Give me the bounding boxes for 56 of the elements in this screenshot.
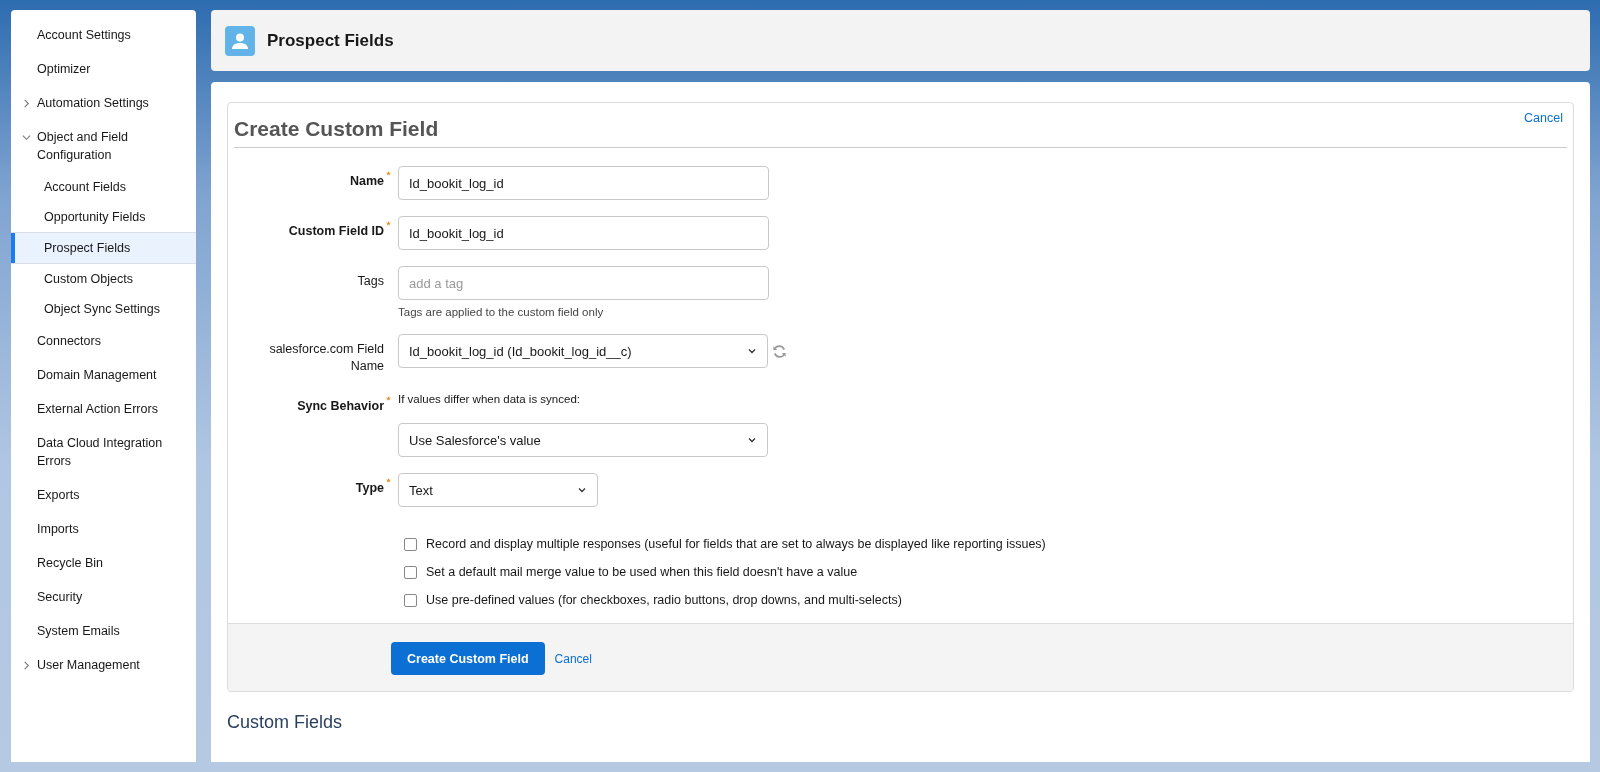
page-title: Prospect Fields <box>267 30 394 51</box>
field-label: Custom Field ID <box>288 224 384 238</box>
required-icon <box>386 396 391 401</box>
text-field[interactable]: Id_bookit_log_id <box>398 216 769 250</box>
sidebar-item[interactable]: Imports <box>11 512 196 546</box>
sidebar-item[interactable]: Object and Field Configuration <box>11 120 196 172</box>
create-button[interactable]: Create Custom Field <box>391 642 545 675</box>
sidebar-item[interactable]: Account Fields <box>11 172 196 202</box>
caret-icon <box>747 435 757 445</box>
sidebar-item[interactable]: Automation Settings <box>11 86 196 120</box>
caret-icon <box>577 485 587 495</box>
checkbox[interactable] <box>404 537 417 551</box>
sidebar-item[interactable]: System Emails <box>11 614 196 648</box>
checkbox[interactable] <box>404 593 417 607</box>
sidebar-item[interactable]: Recycle Bin <box>11 546 196 580</box>
sidebar-item[interactable]: Domain Management <box>11 358 196 392</box>
required-icon <box>386 171 391 176</box>
sidebar-item[interactable]: Connectors <box>11 324 196 358</box>
checkbox-label: Use pre-defined values (for checkboxes, radio buttons, drop downs, and multi-selects) <box>426 593 902 607</box>
sync-note: If values differ when data is synced: <box>398 392 581 405</box>
field-label: Tags <box>357 274 384 288</box>
dropdown[interactable]: Text <box>398 473 598 507</box>
checkbox-label: Set a default mail merge value to be used when this field doesn't have a value <box>426 565 858 579</box>
checkbox[interactable] <box>404 565 417 579</box>
required-icon <box>386 221 391 226</box>
sidebar-item[interactable]: Prospect Fields <box>11 232 196 264</box>
dropdown[interactable]: Use Salesforce's value <box>398 423 768 457</box>
sidebar-item[interactable]: Object Sync Settings <box>11 294 196 324</box>
sidebar-item[interactable]: Security <box>11 580 196 614</box>
sidebar-item[interactable]: Data Cloud Integration Errors <box>11 426 196 478</box>
sidebar-item[interactable]: Exports <box>11 478 196 512</box>
caret-icon <box>747 346 757 356</box>
chevron-down-icon <box>22 133 31 142</box>
sidebar-item[interactable]: Opportunity Fields <box>11 202 196 232</box>
sidebar-item[interactable]: Custom Objects <box>11 264 196 294</box>
cancel-link[interactable]: Cancel <box>554 651 592 666</box>
chevron-right-icon <box>22 661 31 670</box>
hint-text: Tags are applied to the custom field only <box>398 306 605 318</box>
tags-field[interactable]: add a tag <box>398 266 769 300</box>
field-label: Type <box>355 481 384 495</box>
chevron-right-icon <box>22 99 31 108</box>
refresh-icon[interactable] <box>772 343 787 359</box>
dropdown[interactable]: Id_bookit_log_id (Id_bookit_log_id__c) <box>398 334 768 368</box>
field-label: salesforce.com Field Name <box>269 342 384 373</box>
section-title: Custom Fields <box>227 712 344 733</box>
person-icon <box>225 25 255 56</box>
sidebar-item[interactable]: External Action Errors <box>11 392 196 426</box>
sidebar-item[interactable]: User Management <box>11 648 196 682</box>
sidebar-item[interactable]: Optimizer <box>11 52 196 86</box>
cancel-link[interactable]: Cancel <box>1524 111 1563 125</box>
text-field[interactable]: Id_bookit_log_id <box>398 166 769 200</box>
sidebar-item[interactable]: Account Settings <box>11 18 196 52</box>
required-icon <box>386 478 391 483</box>
field-label: Name <box>349 174 384 188</box>
checkbox-label: Record and display multiple responses (useful for fields that are set to always be displayed like reporting issues) <box>426 537 1046 551</box>
field-label: Sync Behavior <box>297 399 384 413</box>
